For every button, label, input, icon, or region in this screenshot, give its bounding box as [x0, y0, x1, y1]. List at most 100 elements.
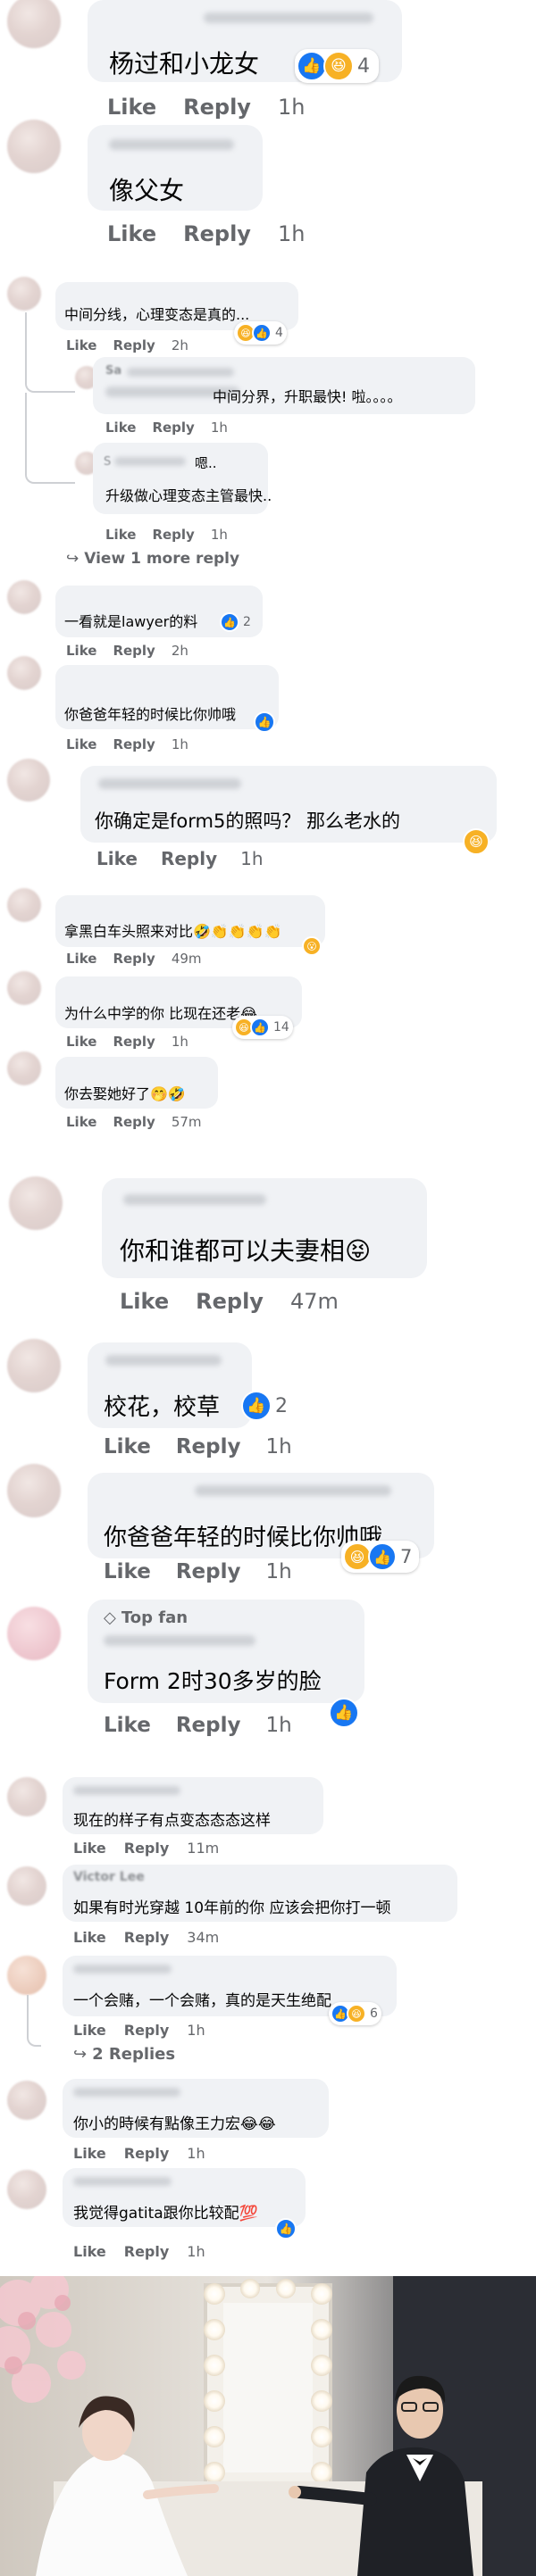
reply-button[interactable]: Reply	[113, 1034, 155, 1050]
reply-button[interactable]: Reply	[113, 1114, 155, 1130]
reply-button[interactable]: Reply	[161, 848, 217, 869]
wow-reaction-icon: 😮	[302, 936, 322, 956]
reaction-summary[interactable]: 👍 2	[218, 611, 255, 634]
author-name[interactable]	[98, 778, 241, 789]
reaction-summary[interactable]: 😮	[300, 935, 325, 958]
author-name[interactable]	[73, 2088, 180, 2097]
avatar[interactable]	[7, 888, 41, 922]
like-button[interactable]: Like	[105, 527, 136, 543]
reaction-summary[interactable]: 👍	[252, 710, 279, 735]
avatar[interactable]	[7, 1464, 61, 1517]
like-button[interactable]: Like	[104, 1714, 151, 1737]
like-button[interactable]: Like	[73, 2243, 106, 2260]
avatar[interactable]	[7, 656, 41, 690]
reply-button[interactable]: Reply	[113, 951, 155, 967]
like-button[interactable]: Like	[66, 1114, 96, 1130]
reply-button[interactable]: Reply	[176, 1560, 241, 1583]
reaction-summary[interactable]: 👍 😆 4	[295, 49, 379, 83]
wedding-photo[interactable]	[0, 2276, 536, 2576]
like-button[interactable]: Like	[104, 1435, 151, 1458]
reply-button[interactable]: Reply	[183, 221, 251, 246]
reply-button[interactable]: Reply	[124, 1929, 170, 1946]
avatar[interactable]	[7, 2170, 46, 2209]
like-button[interactable]: Like	[105, 420, 136, 436]
reply-button[interactable]: Reply	[152, 527, 194, 543]
author-name[interactable]	[73, 1786, 180, 1795]
author-name[interactable]	[123, 1194, 266, 1205]
like-button[interactable]: Like	[107, 221, 156, 246]
comment-actions: Like Reply 47m	[120, 1289, 339, 1314]
reaction-summary[interactable]: 👍 😆 6	[329, 2002, 381, 2025]
avatar[interactable]	[9, 1176, 63, 1230]
like-button[interactable]: Like	[73, 2145, 106, 2162]
comment: 你小的時候有點像王力宏😂😂 Like Reply 1h	[0, 2075, 536, 2165]
reply-button[interactable]: Reply	[196, 1289, 264, 1314]
avatar[interactable]	[7, 1777, 46, 1816]
reply-button[interactable]: Reply	[124, 2145, 170, 2162]
like-button[interactable]: Like	[104, 1560, 151, 1583]
comment: 你爸爸年轻的时候比你帅哦 😆 👍 7 Like Reply 1h	[0, 1464, 536, 1598]
reaction-summary[interactable]: 😆 👍 14	[232, 1016, 293, 1039]
like-reaction-icon: 👍	[329, 1698, 359, 1728]
author-name[interactable]	[104, 1635, 255, 1646]
author-name[interactable]	[73, 2177, 172, 2186]
author-name[interactable]: Victor Lee	[73, 1870, 145, 1884]
reaction-count: 6	[370, 2007, 378, 2021]
like-button[interactable]: Like	[120, 1289, 169, 1314]
avatar[interactable]	[7, 120, 61, 173]
author-name[interactable]	[105, 1355, 222, 1366]
avatar[interactable]	[7, 277, 41, 311]
avatar[interactable]	[7, 1607, 61, 1660]
like-button[interactable]: Like	[73, 1929, 106, 1946]
avatar[interactable]	[7, 1956, 46, 1995]
like-reaction-icon: 👍	[220, 612, 239, 632]
reaction-summary[interactable]: 👍	[327, 1696, 363, 1730]
reaction-summary[interactable]: 👍	[273, 2216, 300, 2241]
author-name[interactable]: Sa	[105, 364, 121, 378]
like-button[interactable]: Like	[73, 1840, 106, 1857]
timestamp: 1h	[187, 2243, 205, 2260]
reply-button[interactable]: Reply	[183, 95, 251, 120]
avatar[interactable]	[7, 1866, 46, 1906]
comment-text: 一看就是lawyer的料	[64, 613, 198, 630]
reaction-summary[interactable]: 😆 👍 7	[341, 1541, 420, 1573]
reply-button[interactable]: Reply	[113, 736, 155, 752]
view-replies-link[interactable]: ↪ 2 Replies	[73, 2045, 175, 2064]
like-button[interactable]: Like	[66, 736, 96, 752]
avatar[interactable]	[7, 0, 61, 48]
avatar[interactable]	[7, 759, 50, 802]
comment-text: 你小的時候有點像王力宏😂😂	[73, 2115, 276, 2133]
reaction-summary[interactable]: 😆	[461, 827, 493, 857]
like-button[interactable]: Like	[73, 2022, 106, 2039]
like-button[interactable]: Like	[107, 95, 156, 120]
author-name[interactable]	[204, 12, 373, 23]
like-button[interactable]: Like	[66, 1034, 96, 1050]
comment-bubble: 你和谁都可以夫妻相😝	[102, 1178, 427, 1278]
avatar[interactable]	[7, 1339, 61, 1392]
reply-button[interactable]: Reply	[152, 420, 194, 436]
reply-actions: Like Reply 1h	[105, 420, 228, 436]
comment-text: 现在的样子有点变态态态这样	[73, 1812, 271, 1830]
avatar[interactable]	[7, 1051, 41, 1085]
author-name[interactable]	[73, 1965, 172, 1974]
reply-button[interactable]: Reply	[176, 1714, 241, 1737]
reaction-count: 2	[243, 615, 251, 629]
author-name[interactable]	[195, 1485, 391, 1496]
avatar[interactable]	[7, 580, 41, 614]
reply-button[interactable]: Reply	[113, 337, 155, 353]
author-name[interactable]	[109, 139, 234, 150]
like-button[interactable]: Like	[66, 951, 96, 967]
reply-button[interactable]: Reply	[124, 2022, 170, 2039]
avatar[interactable]	[7, 971, 41, 1005]
reply-button[interactable]: Reply	[124, 1840, 170, 1857]
reaction-summary[interactable]: 😆 👍 4	[234, 321, 287, 345]
reply-button[interactable]: Reply	[176, 1435, 241, 1458]
like-reaction-icon: 👍	[368, 1542, 397, 1571]
reply-button[interactable]: Reply	[124, 2243, 170, 2260]
author-name[interactable]: S	[104, 455, 111, 469]
reaction-summary[interactable]: 👍 2	[239, 1389, 291, 1423]
like-button[interactable]: Like	[96, 848, 138, 869]
comment: 你和谁都可以夫妻相😝 Like Reply 47m	[0, 1169, 536, 1321]
view-more-replies-link[interactable]: ↪ View 1 more reply	[66, 550, 239, 568]
avatar[interactable]	[7, 2081, 46, 2120]
